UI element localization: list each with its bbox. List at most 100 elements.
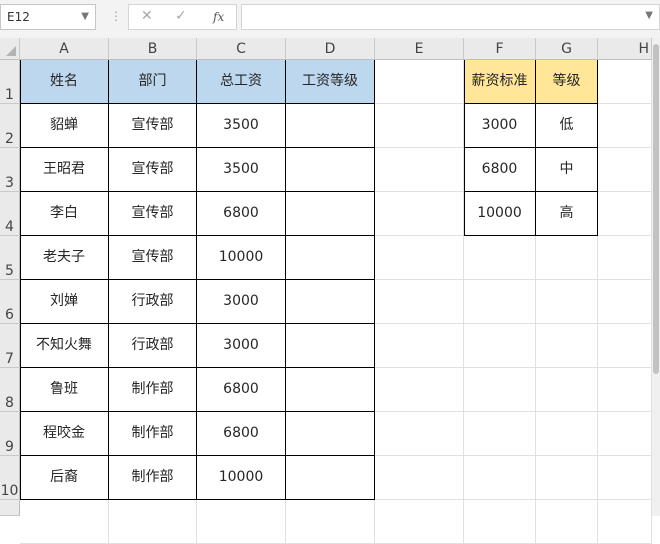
cell-h6[interactable] xyxy=(598,280,652,324)
row-header-4[interactable]: 4 xyxy=(0,192,20,236)
cell-d11[interactable] xyxy=(286,500,375,544)
table2-header-0[interactable]: 薪资标准 xyxy=(464,60,536,104)
insert-function-icon[interactable]: fx xyxy=(213,10,224,24)
table1-cell[interactable]: 李白 xyxy=(20,192,109,236)
name-box[interactable]: E12 ▼ xyxy=(0,4,96,30)
scrollbar-thumb[interactable] xyxy=(653,44,659,374)
chevron-down-icon[interactable]: ▼ xyxy=(81,5,89,29)
table1-cell[interactable]: 制作部 xyxy=(109,412,197,456)
row-header-3[interactable]: 3 xyxy=(0,148,20,192)
column-header-h[interactable]: H xyxy=(598,38,652,60)
table1-cell[interactable]: 后裔 xyxy=(20,456,109,500)
table1-cell[interactable]: 鲁班 xyxy=(20,368,109,412)
cell-g10[interactable] xyxy=(536,456,598,500)
cell-e1[interactable] xyxy=(375,60,464,104)
vertical-scrollbar[interactable] xyxy=(652,38,660,516)
cell-f9[interactable] xyxy=(464,412,536,456)
cell-f7[interactable] xyxy=(464,324,536,368)
cell-g6[interactable] xyxy=(536,280,598,324)
table1-cell[interactable]: 3500 xyxy=(197,148,286,192)
cell-h3[interactable] xyxy=(598,148,652,192)
table2-header-1[interactable]: 等级 xyxy=(536,60,598,104)
table1-cell[interactable] xyxy=(286,324,375,368)
table2-cell[interactable]: 高 xyxy=(536,192,598,236)
row-header-10[interactable]: 10 xyxy=(0,456,20,500)
cell-b11[interactable] xyxy=(109,500,197,544)
cell-h7[interactable] xyxy=(598,324,652,368)
table1-cell[interactable] xyxy=(286,368,375,412)
cell-g8[interactable] xyxy=(536,368,598,412)
cell-g7[interactable] xyxy=(536,324,598,368)
table2-cell[interactable]: 3000 xyxy=(464,104,536,148)
cell-g11[interactable] xyxy=(536,500,598,544)
table1-cell[interactable] xyxy=(286,456,375,500)
row-header-6[interactable]: 6 xyxy=(0,280,20,324)
table1-cell[interactable]: 宣传部 xyxy=(109,148,197,192)
table1-cell[interactable]: 10000 xyxy=(197,236,286,280)
column-header-a[interactable]: A xyxy=(20,38,109,60)
cell-h2[interactable] xyxy=(598,104,652,148)
cell-e5[interactable] xyxy=(375,236,464,280)
cell-h5[interactable] xyxy=(598,236,652,280)
cell-f5[interactable] xyxy=(464,236,536,280)
table2-cell[interactable]: 10000 xyxy=(464,192,536,236)
table1-cell[interactable]: 6800 xyxy=(197,412,286,456)
table1-cell[interactable]: 6800 xyxy=(197,192,286,236)
column-header-c[interactable]: C xyxy=(197,38,286,60)
table1-cell[interactable]: 3000 xyxy=(197,280,286,324)
cell-e9[interactable] xyxy=(375,412,464,456)
table1-header-0[interactable]: 姓名 xyxy=(20,60,109,104)
table1-cell[interactable]: 宣传部 xyxy=(109,104,197,148)
cell-e2[interactable] xyxy=(375,104,464,148)
column-header-g[interactable]: G xyxy=(536,38,598,60)
column-header-e[interactable]: E xyxy=(375,38,464,60)
table1-cell[interactable]: 行政部 xyxy=(109,324,197,368)
table1-cell[interactable]: 不知火舞 xyxy=(20,324,109,368)
cell-e7[interactable] xyxy=(375,324,464,368)
enter-icon[interactable]: ✓ xyxy=(175,8,187,24)
table1-cell[interactable]: 刘婵 xyxy=(20,280,109,324)
cancel-icon[interactable]: ✕ xyxy=(141,8,153,24)
column-header-d[interactable]: D xyxy=(286,38,375,60)
cell-h4[interactable] xyxy=(598,192,652,236)
row-header-9[interactable]: 9 xyxy=(0,412,20,456)
table1-cell[interactable]: 宣传部 xyxy=(109,192,197,236)
cell-e3[interactable] xyxy=(375,148,464,192)
table2-cell[interactable]: 低 xyxy=(536,104,598,148)
formula-input[interactable]: ▼ xyxy=(241,4,660,30)
cell-c11[interactable] xyxy=(197,500,286,544)
cell-h1[interactable] xyxy=(598,60,652,104)
table1-cell[interactable] xyxy=(286,280,375,324)
cell-f6[interactable] xyxy=(464,280,536,324)
table1-cell[interactable]: 制作部 xyxy=(109,368,197,412)
row-header-5[interactable]: 5 xyxy=(0,236,20,280)
row-header-1[interactable]: 1 xyxy=(0,60,20,104)
table2-cell[interactable]: 6800 xyxy=(464,148,536,192)
cell-e8[interactable] xyxy=(375,368,464,412)
column-header-f[interactable]: F xyxy=(464,38,536,60)
cell-e4[interactable] xyxy=(375,192,464,236)
row-header-7[interactable]: 7 xyxy=(0,324,20,368)
cell-h9[interactable] xyxy=(598,412,652,456)
cell-g5[interactable] xyxy=(536,236,598,280)
cell-e11[interactable] xyxy=(375,500,464,544)
table1-cell[interactable] xyxy=(286,104,375,148)
row-header-2[interactable]: 2 xyxy=(0,104,20,148)
table2-cell[interactable]: 中 xyxy=(536,148,598,192)
table1-cell[interactable]: 老夫子 xyxy=(20,236,109,280)
table1-cell[interactable] xyxy=(286,192,375,236)
cell-e6[interactable] xyxy=(375,280,464,324)
table1-cell[interactable] xyxy=(286,236,375,280)
row-header-11[interactable] xyxy=(0,500,20,516)
table1-cell[interactable]: 王昭君 xyxy=(20,148,109,192)
table1-cell[interactable]: 貂蝉 xyxy=(20,104,109,148)
table1-cell[interactable]: 程咬金 xyxy=(20,412,109,456)
cell-f10[interactable] xyxy=(464,456,536,500)
cell-e10[interactable] xyxy=(375,456,464,500)
select-all-button[interactable] xyxy=(0,38,20,60)
table1-header-1[interactable]: 部门 xyxy=(109,60,197,104)
table1-header-2[interactable]: 总工资 xyxy=(197,60,286,104)
cell-f8[interactable] xyxy=(464,368,536,412)
table1-cell[interactable]: 3500 xyxy=(197,104,286,148)
cell-h10[interactable] xyxy=(598,456,652,500)
